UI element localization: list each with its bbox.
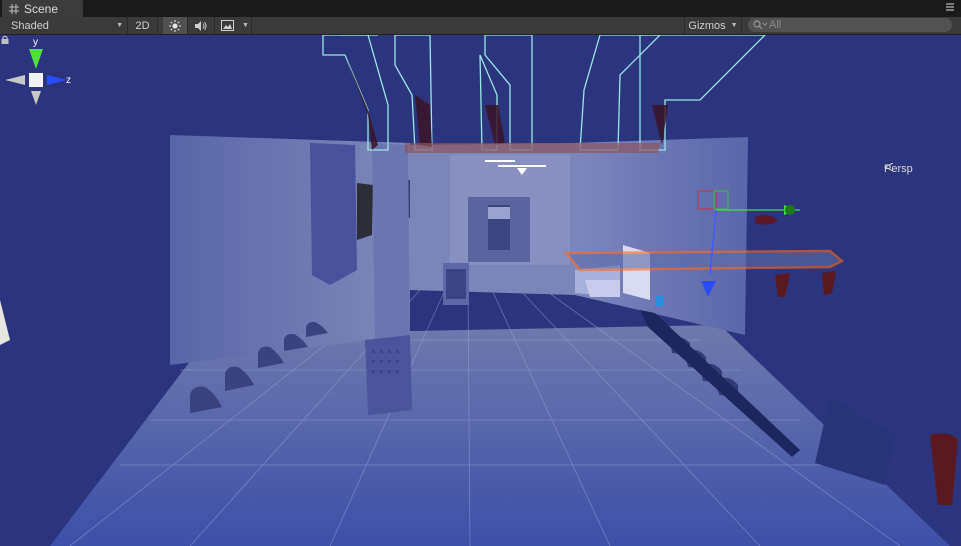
scene-toolbar: Shaded ▼ 2D ▼ Gizmos ▼ All — [0, 17, 961, 35]
axis-z-label: z — [66, 75, 71, 86]
shading-mode-label: Shaded — [11, 19, 49, 32]
panel-menu-icon[interactable] — [945, 2, 955, 12]
tab-bar: Scene — [0, 0, 961, 17]
gizmos-label: Gizmos — [688, 19, 726, 32]
grid-icon — [9, 3, 19, 14]
gizmos-dropdown[interactable]: Gizmos ▼ — [684, 17, 742, 34]
tab-label: Scene — [24, 1, 59, 16]
sun-icon — [169, 19, 181, 32]
tab-scene[interactable]: Scene — [2, 0, 83, 17]
projection-toggle[interactable]: Persp — [884, 163, 913, 175]
search-icon — [753, 20, 767, 30]
lighting-toggle-button[interactable] — [163, 17, 188, 34]
axis-neg-y-cone[interactable] — [31, 91, 41, 105]
image-icon — [221, 20, 234, 31]
gizmo-center-cube[interactable] — [29, 73, 43, 87]
chevron-down-icon: ▼ — [242, 22, 249, 29]
axis-z-cone[interactable] — [47, 75, 67, 85]
scene-viewport[interactable]: y z Persp — [0, 35, 961, 546]
axis-x-cone[interactable] — [5, 75, 25, 85]
scene-render — [0, 35, 961, 546]
search-placeholder: All — [769, 19, 782, 31]
chevron-down-icon: ▼ — [730, 22, 738, 29]
shading-mode-dropdown[interactable]: Shaded ▼ — [0, 17, 128, 34]
effects-toggle-button[interactable] — [215, 17, 240, 34]
orientation-gizmo[interactable]: y z — [0, 35, 80, 139]
search-input[interactable]: All — [748, 18, 952, 32]
axis-y-label: y — [33, 37, 38, 48]
audio-toggle-button[interactable] — [188, 17, 215, 34]
light-probe-icon[interactable] — [656, 296, 664, 306]
effects-dropdown[interactable]: ▼ — [240, 17, 252, 34]
chevron-down-icon: ▼ — [116, 22, 123, 29]
axis-y-cone[interactable] — [29, 49, 43, 69]
2d-toggle-button[interactable]: 2D — [128, 17, 158, 34]
perspective-icon — [884, 163, 894, 171]
selected-object-outline[interactable] — [563, 249, 845, 272]
speaker-icon — [195, 20, 207, 31]
2d-toggle-label: 2D — [135, 19, 150, 32]
lock-icon[interactable] — [0, 35, 10, 45]
